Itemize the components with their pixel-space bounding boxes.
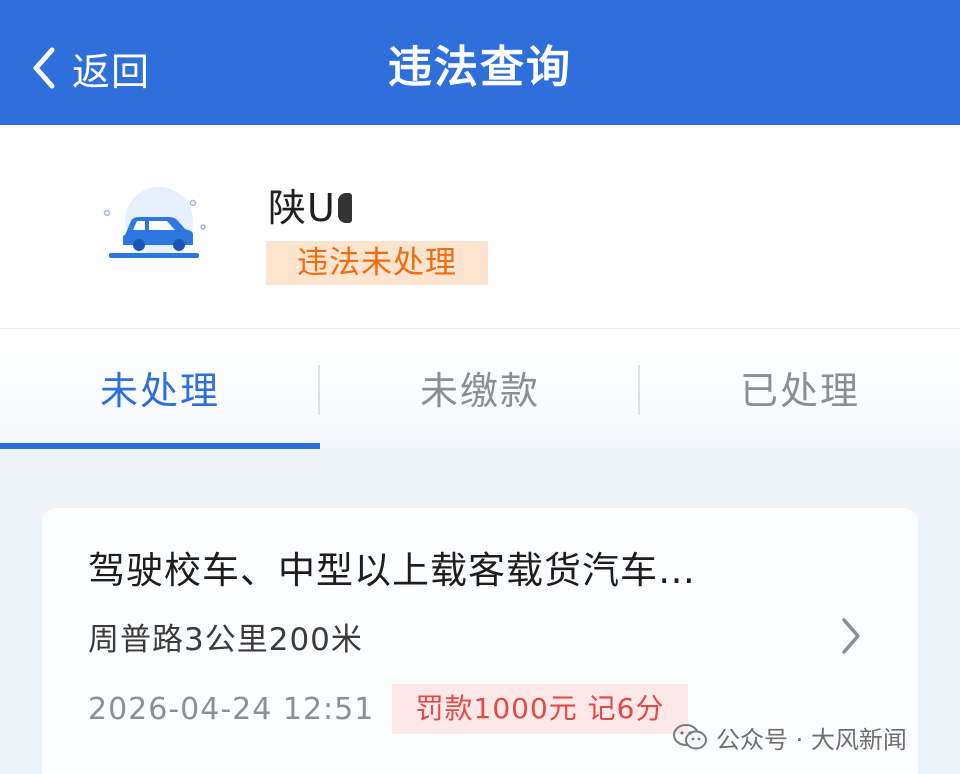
active-tab-indicator xyxy=(0,443,320,449)
app-header: 返回 违法查询 xyxy=(0,0,960,125)
tab-unprocessed[interactable]: 未处理 xyxy=(0,329,320,449)
tab-processed[interactable]: 已处理 xyxy=(640,329,960,449)
penalty-badge: 罚款1000元 记6分 xyxy=(392,684,688,734)
license-plate: 陕U xyxy=(268,177,352,232)
chevron-right-icon xyxy=(842,618,860,654)
violation-location: 周普路3公里200米 xyxy=(88,622,363,658)
violation-title: 驾驶校车、中型以上载客载货汽车… xyxy=(88,549,696,592)
wechat-icon xyxy=(673,724,707,750)
plate-redaction xyxy=(337,193,352,223)
status-badge: 违法未处理 xyxy=(266,241,488,285)
page-title: 违法查询 xyxy=(388,42,572,93)
watermark-text: 公众号 · 大风新闻 xyxy=(716,725,907,754)
car-icon xyxy=(95,183,215,273)
tab-unpaid[interactable]: 未缴款 xyxy=(320,329,640,449)
violation-time: 2026-04-24 12:51 xyxy=(88,692,375,727)
watermark: 公众号 · 大风新闻 xyxy=(672,720,907,754)
vehicle-info: 陕U 违法未处理 xyxy=(0,125,960,328)
tab-bar: 未处理 未缴款 已处理 xyxy=(0,328,960,448)
plate-text: 陕U xyxy=(268,186,336,230)
